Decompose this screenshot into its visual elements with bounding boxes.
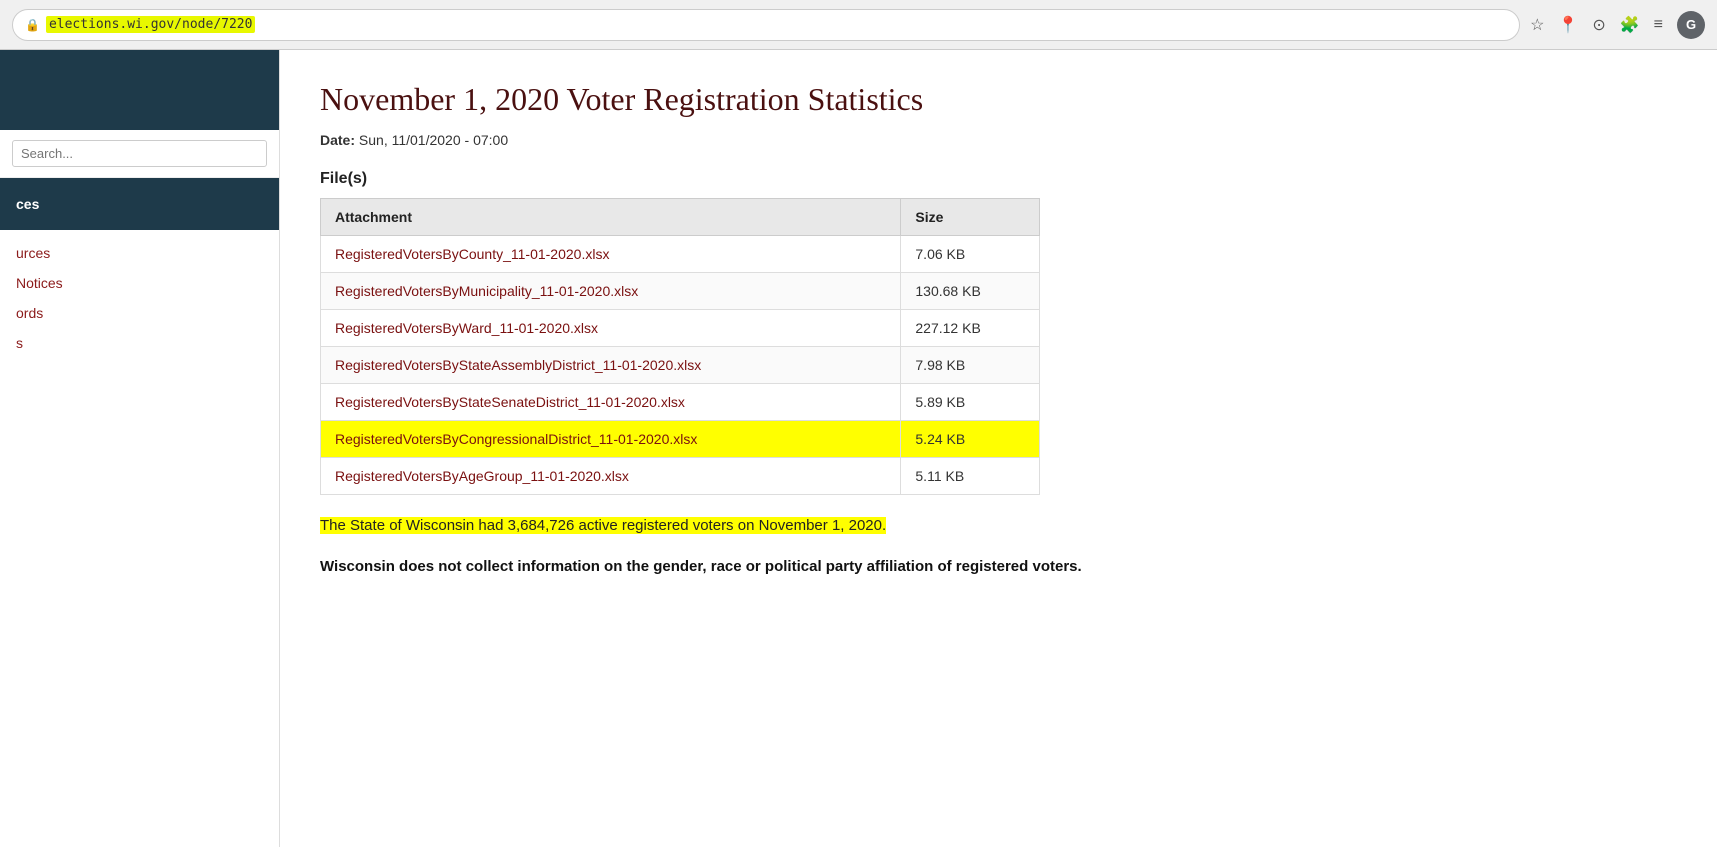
table-row: RegisteredVotersByCounty_11-01-2020.xlsx…	[321, 236, 1040, 273]
user-avatar[interactable]: G	[1677, 11, 1705, 39]
file-size: 7.06 KB	[901, 236, 1040, 273]
sidebar-nav-block: ces	[0, 178, 279, 230]
file-link[interactable]: RegisteredVotersByCounty_11-01-2020.xlsx	[335, 246, 609, 262]
file-size: 5.89 KB	[901, 384, 1040, 421]
file-size: 5.24 KB	[901, 421, 1040, 458]
files-table: Attachment Size RegisteredVotersByCounty…	[320, 198, 1040, 495]
sidebar-item-1[interactable]: Notices	[0, 268, 279, 298]
browser-actions: ☆ 📍 ⊙ 🧩 ≡ G	[1530, 11, 1705, 39]
file-link[interactable]: RegisteredVotersByStateAssemblyDistrict_…	[335, 357, 701, 373]
file-link[interactable]: RegisteredVotersByWard_11-01-2020.xlsx	[335, 320, 598, 336]
sidebar-search-block	[0, 130, 279, 178]
table-row: RegisteredVotersByAgeGroup_11-01-2020.xl…	[321, 458, 1040, 495]
col-attachment: Attachment	[321, 199, 901, 236]
sidebar-search-input[interactable]	[12, 140, 267, 167]
col-size: Size	[901, 199, 1040, 236]
summary-text: The State of Wisconsin had 3,684,726 act…	[320, 515, 1677, 538]
table-row: RegisteredVotersByCongressionalDistrict_…	[321, 421, 1040, 458]
highlight-summary: The State of Wisconsin had 3,684,726 act…	[320, 517, 886, 534]
sidebar-items: urces Notices ords s	[0, 230, 279, 366]
url-text: elections.wi.gov/node/7220	[46, 16, 256, 33]
table-row: RegisteredVotersByWard_11-01-2020.xlsx 22…	[321, 310, 1040, 347]
table-row: RegisteredVotersByStateSenateDistrict_11…	[321, 384, 1040, 421]
file-link[interactable]: RegisteredVotersByAgeGroup_11-01-2020.xl…	[335, 468, 629, 484]
location-icon[interactable]: 📍	[1558, 15, 1578, 35]
files-heading: File(s)	[320, 170, 1677, 188]
sidebar-top-block	[0, 50, 279, 130]
sidebar: ces urces Notices ords s	[0, 50, 280, 847]
sidebar-item-2[interactable]: ords	[0, 298, 279, 328]
file-size: 227.12 KB	[901, 310, 1040, 347]
main-content: November 1, 2020 Voter Registration Stat…	[280, 50, 1717, 847]
date-value: Sun, 11/01/2020 - 07:00	[359, 132, 508, 148]
circle-icon[interactable]: ⊙	[1592, 15, 1605, 35]
file-link[interactable]: RegisteredVotersByCongressionalDistrict_…	[335, 431, 697, 447]
lock-icon: 🔒	[25, 18, 40, 32]
browser-chrome: 🔒 elections.wi.gov/node/7220 ☆ 📍 ⊙ 🧩 ≡ G	[0, 0, 1717, 50]
bookmark-icon[interactable]: ☆	[1530, 15, 1544, 35]
page-title: November 1, 2020 Voter Registration Stat…	[320, 80, 1677, 118]
date-label: Date:	[320, 132, 355, 148]
file-link[interactable]: RegisteredVotersByMunicipality_11-01-202…	[335, 283, 638, 299]
file-link[interactable]: RegisteredVotersByStateSenateDistrict_11…	[335, 394, 685, 410]
address-bar[interactable]: 🔒 elections.wi.gov/node/7220	[12, 9, 1520, 41]
menu-icon[interactable]: ≡	[1654, 16, 1663, 34]
file-size: 130.68 KB	[901, 273, 1040, 310]
file-size: 7.98 KB	[901, 347, 1040, 384]
table-row: RegisteredVotersByStateAssemblyDistrict_…	[321, 347, 1040, 384]
sidebar-item-0[interactable]: urces	[0, 238, 279, 268]
bold-statement: Wisconsin does not collect information o…	[320, 556, 1677, 579]
date-line: Date: Sun, 11/01/2020 - 07:00	[320, 132, 1677, 148]
table-row: RegisteredVotersByMunicipality_11-01-202…	[321, 273, 1040, 310]
file-size: 5.11 KB	[901, 458, 1040, 495]
sidebar-nav-label: ces	[0, 188, 279, 220]
sidebar-item-3[interactable]: s	[0, 328, 279, 358]
page-layout: ces urces Notices ords s November 1, 202…	[0, 50, 1717, 847]
extensions-icon[interactable]: 🧩	[1620, 15, 1640, 35]
